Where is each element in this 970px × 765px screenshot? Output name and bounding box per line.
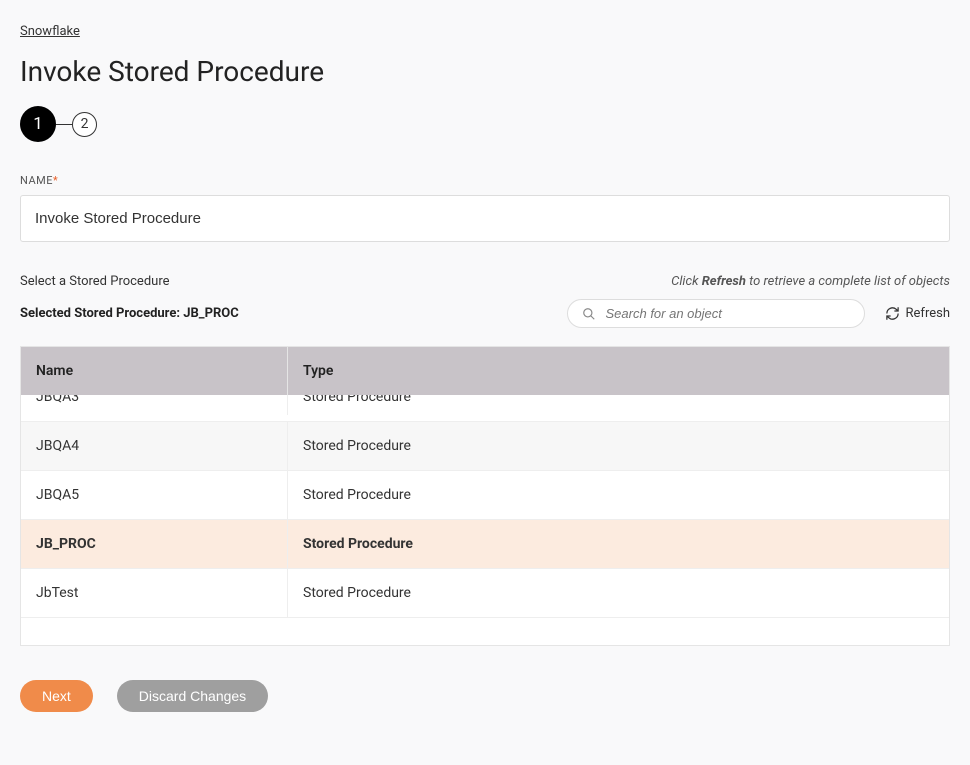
procedure-table: Name Type JBQA3Stored ProcedureJBQA4Stor…: [20, 346, 950, 646]
column-header-name[interactable]: Name: [21, 347, 288, 395]
refresh-label: Refresh: [906, 306, 950, 321]
selected-procedure-text: Selected Stored Procedure: JB_PROC: [20, 306, 239, 321]
table-row[interactable]: JB_PROCStored Procedure: [21, 520, 949, 569]
cell-name: JbTest: [21, 569, 288, 617]
step-1[interactable]: 1: [20, 106, 56, 142]
refresh-button[interactable]: Refresh: [885, 306, 950, 321]
discard-button[interactable]: Discard Changes: [117, 680, 268, 712]
page-title: Invoke Stored Procedure: [20, 55, 950, 88]
cell-type: Stored Procedure: [288, 471, 949, 519]
refresh-icon: [885, 306, 900, 321]
select-procedure-label: Select a Stored Procedure: [20, 274, 170, 289]
cell-name: JBQA3: [21, 395, 288, 415]
column-header-type[interactable]: Type: [288, 347, 949, 395]
table-body[interactable]: JBQA3Stored ProcedureJBQA4Stored Procedu…: [21, 395, 949, 645]
table-row[interactable]: JBQA5Stored Procedure: [21, 471, 949, 520]
cell-type: Stored Procedure: [288, 520, 949, 568]
search-icon: [582, 307, 596, 321]
name-field-label: NAME*: [20, 174, 950, 187]
cell-type: Stored Procedure: [288, 569, 949, 617]
breadcrumb-link[interactable]: Snowflake: [20, 24, 80, 39]
table-row[interactable]: JBQA4Stored Procedure: [21, 422, 949, 471]
table-row[interactable]: JbTestStored Procedure: [21, 569, 949, 618]
stepper: 1 2: [20, 106, 950, 142]
search-box[interactable]: [567, 299, 865, 328]
cell-name: JBQA5: [21, 471, 288, 519]
refresh-hint: Click Refresh to retrieve a complete lis…: [671, 274, 950, 289]
table-row[interactable]: JBQA3Stored Procedure: [21, 395, 949, 422]
cell-name: JBQA4: [21, 422, 288, 470]
step-2[interactable]: 2: [72, 112, 97, 137]
cell-type: Stored Procedure: [288, 422, 949, 470]
table-header: Name Type: [21, 347, 949, 395]
cell-name: JB_PROC: [21, 520, 288, 568]
next-button[interactable]: Next: [20, 680, 93, 712]
search-input[interactable]: [606, 306, 850, 321]
cell-type: Stored Procedure: [288, 395, 949, 415]
step-connector: [56, 124, 72, 125]
name-input[interactable]: [20, 195, 950, 242]
